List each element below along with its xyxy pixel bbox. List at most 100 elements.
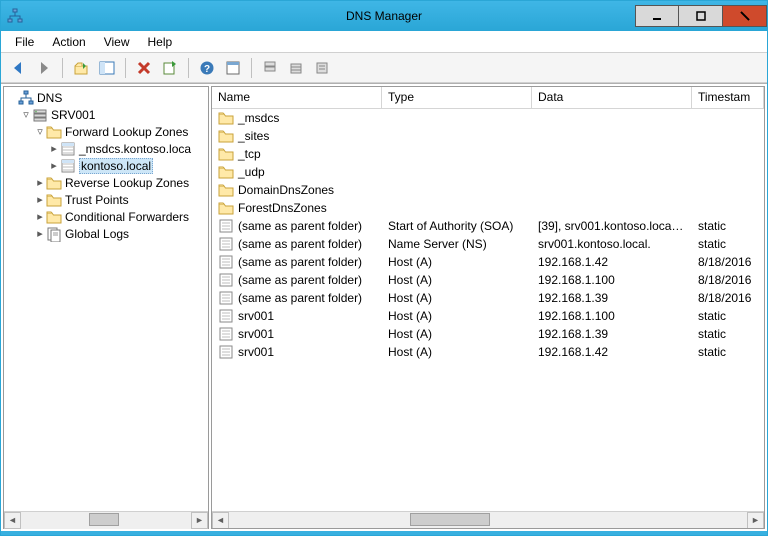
column-data[interactable]: Data xyxy=(532,87,692,108)
scope-tree-pane: ▸DNS▿SRV001▿Forward Lookup Zones▸_msdcs.… xyxy=(3,86,209,529)
menu-file[interactable]: File xyxy=(7,33,42,51)
folder-icon xyxy=(46,124,62,140)
column-timestamp[interactable]: Timestam xyxy=(692,87,764,108)
list-header[interactable]: Name Type Data Timestam xyxy=(212,87,764,109)
tree-item-label: Global Logs xyxy=(65,227,129,241)
list-row[interactable]: ForestDnsZones xyxy=(212,199,764,217)
dns-app-icon xyxy=(7,8,23,24)
list-row[interactable]: (same as parent folder)Start of Authorit… xyxy=(212,217,764,235)
scope-tree[interactable]: ▸DNS▿SRV001▿Forward Lookup Zones▸_msdcs.… xyxy=(4,87,208,511)
row-name: (same as parent folder) xyxy=(238,237,362,251)
tree-item-label: Trust Points xyxy=(65,193,129,207)
expand-icon[interactable]: ▸ xyxy=(34,194,46,206)
tree-h-scrollbar[interactable]: ◄ ► xyxy=(4,511,208,528)
properties-button[interactable] xyxy=(222,57,244,79)
new-server-button[interactable] xyxy=(259,57,281,79)
scroll-right-icon[interactable]: ► xyxy=(747,512,764,529)
svg-text:?: ? xyxy=(204,64,210,75)
tree-item[interactable]: ▸_msdcs.kontoso.loca xyxy=(4,140,208,157)
scroll-left-icon[interactable]: ◄ xyxy=(4,512,21,529)
srv-icon xyxy=(32,107,48,123)
delete-button[interactable] xyxy=(133,57,155,79)
tree-item-label: DNS xyxy=(37,91,62,105)
menu-help[interactable]: Help xyxy=(140,33,181,51)
expand-icon[interactable]: ▸ xyxy=(48,143,60,155)
scroll-left-icon[interactable]: ◄ xyxy=(212,512,229,529)
row-timestamp: static xyxy=(692,237,764,251)
show-hide-tree-button[interactable] xyxy=(96,57,118,79)
row-timestamp: static xyxy=(692,345,764,359)
tree-item[interactable]: ▸ Trust Points xyxy=(4,191,208,208)
list-row[interactable]: _sites xyxy=(212,127,764,145)
tree-item[interactable]: ▸ Global Logs xyxy=(4,225,208,242)
minimize-button[interactable] xyxy=(635,5,679,27)
row-timestamp: static xyxy=(692,309,764,323)
list-row[interactable]: _udp xyxy=(212,163,764,181)
folder-icon xyxy=(218,146,234,162)
expand-icon[interactable]: ▸ xyxy=(34,211,46,223)
status-bar xyxy=(1,531,767,535)
tree-item[interactable]: ▿ Forward Lookup Zones xyxy=(4,123,208,140)
scroll-right-icon[interactable]: ► xyxy=(191,512,208,529)
row-type: Name Server (NS) xyxy=(382,237,532,251)
collapse-icon[interactable]: ▿ xyxy=(34,126,46,138)
column-type[interactable]: Type xyxy=(382,87,532,108)
maximize-button[interactable] xyxy=(679,5,723,27)
expand-icon[interactable]: ▸ xyxy=(34,228,46,240)
folder-icon xyxy=(218,110,234,126)
rec-icon xyxy=(218,236,234,252)
filter-button[interactable] xyxy=(311,57,333,79)
refresh-button[interactable] xyxy=(159,57,181,79)
list-h-scrollbar[interactable]: ◄ ► xyxy=(212,511,764,528)
new-zone-button[interactable] xyxy=(285,57,307,79)
toolbar: ? xyxy=(1,53,767,83)
menu-action[interactable]: Action xyxy=(44,33,93,51)
row-name: srv001 xyxy=(238,327,274,341)
expand-icon[interactable]: ▸ xyxy=(48,160,60,172)
zone-icon xyxy=(60,158,76,174)
tree-item-label: kontoso.local xyxy=(79,158,153,174)
nav-back-button[interactable] xyxy=(7,57,29,79)
row-data: [39], srv001.kontoso.local.,... xyxy=(532,219,692,233)
rec-icon xyxy=(218,290,234,306)
nav-forward-button[interactable] xyxy=(33,57,55,79)
row-timestamp: 8/18/2016 xyxy=(692,273,764,287)
row-type: Host (A) xyxy=(382,255,532,269)
collapse-icon[interactable]: ▿ xyxy=(20,109,32,121)
row-name: (same as parent folder) xyxy=(238,273,362,287)
tree-item[interactable]: ▸Reverse Lookup Zones xyxy=(4,174,208,191)
up-level-button[interactable] xyxy=(70,57,92,79)
zone-icon xyxy=(60,141,76,157)
row-name: srv001 xyxy=(238,345,274,359)
result-list-pane: Name Type Data Timestam _msdcs_sites_tcp… xyxy=(211,86,765,529)
list-row[interactable]: srv001Host (A)192.168.1.42static xyxy=(212,343,764,361)
tree-item[interactable]: ▿SRV001 xyxy=(4,106,208,123)
list-body[interactable]: _msdcs_sites_tcp _udp DomainDnsZonesForest… xyxy=(212,109,764,511)
column-name[interactable]: Name xyxy=(212,87,382,108)
tree-item[interactable]: ▸ kontoso.local xyxy=(4,157,208,174)
list-row[interactable]: _tcp xyxy=(212,145,764,163)
tree-item[interactable]: ▸DNS xyxy=(4,89,208,106)
list-row[interactable]: (same as parent folder)Host (A)192.168.1… xyxy=(212,271,764,289)
row-name: _udp xyxy=(238,165,265,179)
dns-manager-window: DNS Manager File Action View Help ? ▸DNS… xyxy=(0,0,768,536)
list-row[interactable]: srv001Host (A)192.168.1.39static xyxy=(212,325,764,343)
list-row[interactable]: (same as parent folder)Host (A)192.168.1… xyxy=(212,253,764,271)
close-button[interactable] xyxy=(723,5,767,27)
row-name: (same as parent folder) xyxy=(238,255,362,269)
tree-item-label: Forward Lookup Zones xyxy=(65,125,188,139)
list-row[interactable]: srv001Host (A)192.168.1.100static xyxy=(212,307,764,325)
list-row[interactable]: (same as parent folder)Host (A)192.168.1… xyxy=(212,289,764,307)
folder-icon xyxy=(46,175,62,191)
list-row[interactable]: (same as parent folder) Name Server (NS) s… xyxy=(212,235,764,253)
row-data: 192.168.1.39 xyxy=(532,291,692,305)
expand-icon[interactable]: ▸ xyxy=(34,177,46,189)
list-row[interactable]: DomainDnsZones xyxy=(212,181,764,199)
rec-icon xyxy=(218,308,234,324)
help-button[interactable]: ? xyxy=(196,57,218,79)
menu-view[interactable]: View xyxy=(96,33,138,51)
row-timestamp: static xyxy=(692,327,764,341)
list-row[interactable]: _msdcs xyxy=(212,109,764,127)
titlebar[interactable]: DNS Manager xyxy=(1,1,767,31)
tree-item[interactable]: ▸Conditional Forwarders xyxy=(4,208,208,225)
